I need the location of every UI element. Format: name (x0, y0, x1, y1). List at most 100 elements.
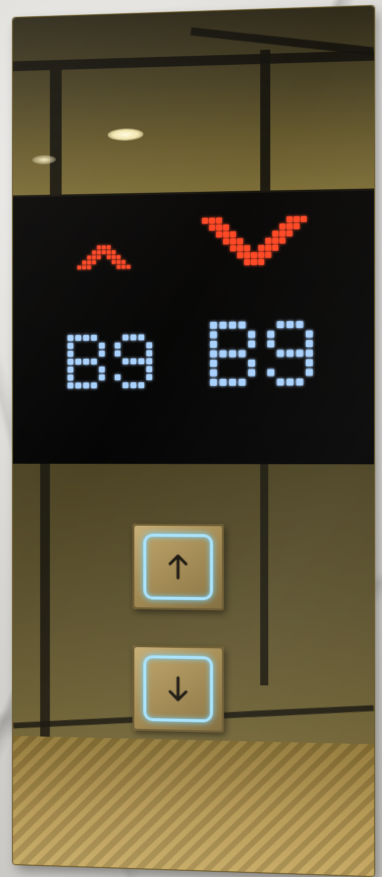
led-dot (146, 374, 153, 381)
led-dot (305, 330, 313, 338)
led-dot (146, 350, 153, 357)
mirror-reflection-bottom (12, 463, 375, 877)
led-dot (98, 366, 105, 373)
led-dot (258, 258, 265, 266)
led-dot (286, 349, 294, 357)
led-dot (272, 237, 279, 244)
led-dot (248, 340, 256, 348)
led-dot (229, 350, 237, 358)
led-dot (248, 369, 256, 377)
arrow-up-icon (163, 552, 193, 582)
led-dot (229, 244, 236, 251)
led-dot (265, 244, 272, 251)
led-dot (265, 251, 272, 258)
led-dot (293, 223, 300, 230)
led-dot (114, 342, 121, 349)
led-dot (98, 374, 105, 381)
led-dot (238, 350, 246, 358)
led-dot (237, 252, 244, 259)
led-dot (121, 264, 126, 269)
led-dot (83, 358, 90, 365)
led-dot (251, 252, 258, 259)
led-dot (305, 359, 313, 367)
down-call-button[interactable] (132, 645, 225, 733)
led-dot (146, 342, 153, 349)
led-dot (258, 251, 265, 259)
floor-indicator-display (12, 188, 375, 467)
down-button-ring (143, 655, 213, 723)
led-dot (75, 358, 82, 365)
led-dot (296, 378, 304, 386)
led-dot (209, 378, 217, 386)
led-dot (248, 359, 256, 367)
led-dot (209, 340, 217, 348)
led-dot (229, 378, 237, 386)
mirror-reflection-top (12, 5, 375, 196)
arrow-down-icon (163, 673, 193, 704)
led-dot (91, 358, 97, 365)
led-dot (111, 250, 116, 255)
led-dot (83, 334, 90, 341)
led-dot (114, 374, 121, 381)
led-dot (276, 321, 284, 329)
floor-reflection (12, 735, 375, 877)
up-call-button[interactable] (132, 523, 225, 611)
led-dot (122, 358, 129, 365)
led-dot (209, 359, 217, 367)
led-dot (293, 216, 300, 223)
led-dot (296, 320, 304, 329)
led-dot (272, 244, 279, 251)
led-dot (219, 320, 226, 328)
led-dot (208, 217, 215, 224)
led-dot (215, 223, 222, 231)
led-dot (244, 252, 251, 259)
led-dot (138, 358, 145, 365)
led-dot (238, 321, 246, 329)
led-dot (106, 255, 111, 260)
led-dot (244, 259, 251, 266)
led-dot (222, 237, 229, 244)
led-dot (222, 223, 229, 230)
led-dot (238, 378, 246, 386)
led-dot (236, 244, 243, 251)
led-dot (98, 350, 105, 357)
up-button-ring (143, 533, 213, 601)
led-dot (267, 369, 275, 377)
led-dot (75, 382, 82, 389)
led-dot (87, 260, 92, 265)
left-floor-number (67, 334, 105, 389)
led-dot (146, 358, 153, 365)
led-dot (222, 230, 229, 237)
led-dot (209, 330, 217, 338)
led-dot (77, 265, 82, 270)
led-dot (286, 216, 293, 223)
led-dot (286, 378, 294, 386)
led-dot (82, 260, 87, 265)
led-dot (138, 334, 145, 341)
led-dot (91, 334, 97, 341)
led-dot (91, 382, 97, 389)
led-dot (209, 349, 217, 357)
led-dot (96, 250, 101, 255)
led-dot (96, 255, 101, 260)
right-floor-number (209, 320, 256, 386)
led-dot (116, 264, 121, 269)
led-dot (114, 350, 121, 357)
left-direction-arrow (77, 245, 131, 270)
left-floor-number (114, 334, 153, 389)
led-dot (67, 366, 74, 373)
led-dot (67, 334, 74, 341)
led-dot (229, 230, 236, 237)
led-dot (305, 349, 313, 357)
led-dot (146, 366, 153, 373)
led-dot (82, 265, 87, 270)
led-dot (106, 250, 111, 255)
led-dot (229, 321, 237, 329)
led-dot (229, 237, 236, 244)
ceiling-light-reflection (107, 128, 144, 141)
led-dot (98, 342, 105, 349)
led-dot (251, 259, 258, 266)
led-dot (67, 382, 74, 389)
led-dot (67, 358, 74, 365)
led-dot (138, 382, 145, 389)
